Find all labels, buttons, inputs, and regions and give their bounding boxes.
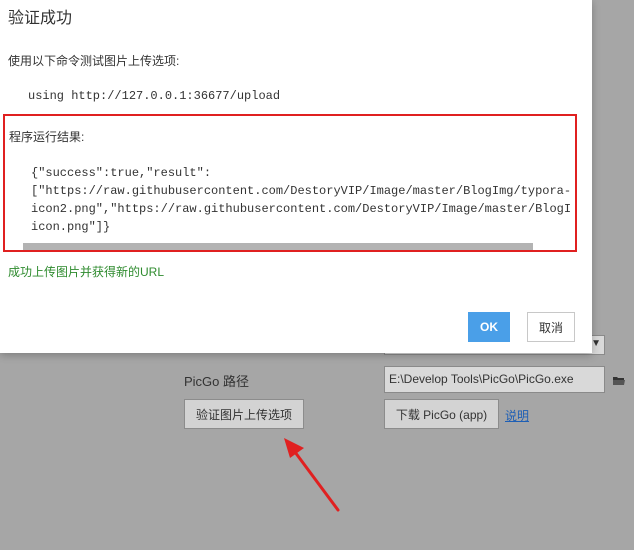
success-message: 成功上传图片并获得新的URL bbox=[8, 265, 165, 279]
cancel-button[interactable]: 取消 bbox=[527, 312, 575, 342]
verify-success-dialog: 验证成功 使用以下命令测试图片上传选项: using http://127.0.… bbox=[0, 0, 592, 353]
result-line: icon.png"]} bbox=[31, 220, 111, 234]
result-output: {"success":true,"result": ["https://raw.… bbox=[31, 164, 571, 236]
chevron-down-icon: ▼ bbox=[591, 338, 601, 349]
result-line: {"success":true,"result": bbox=[31, 166, 212, 180]
result-highlight-box: 程序运行结果: {"success":true,"result": ["http… bbox=[3, 114, 577, 252]
result-line: ["https://raw.githubusercontent.com/Dest… bbox=[31, 184, 571, 198]
background-panel bbox=[592, 0, 634, 345]
annotation-arrow-icon bbox=[284, 438, 340, 512]
ok-button[interactable]: OK bbox=[468, 312, 510, 342]
picgo-path-input[interactable]: E:\Develop Tools\PicGo\PicGo.exe bbox=[384, 366, 605, 393]
verify-upload-button[interactable]: 验证图片上传选项 bbox=[184, 399, 304, 429]
picgo-path-label: PicGo 路径 bbox=[184, 374, 250, 389]
dialog-title: 验证成功 bbox=[8, 10, 73, 27]
test-command: using http://127.0.0.1:36677/upload bbox=[28, 89, 281, 103]
download-picgo-button[interactable]: 下载 PicGo (app) bbox=[384, 399, 499, 429]
dialog-description: 使用以下命令测试图片上传选项: bbox=[8, 54, 180, 68]
horizontal-scrollbar[interactable] bbox=[23, 243, 533, 250]
result-label: 程序运行结果: bbox=[9, 130, 85, 144]
result-line: icon2.png","https://raw.githubuserconten… bbox=[31, 202, 571, 216]
help-link[interactable]: 说明 bbox=[505, 407, 529, 424]
folder-icon[interactable] bbox=[613, 373, 625, 391]
